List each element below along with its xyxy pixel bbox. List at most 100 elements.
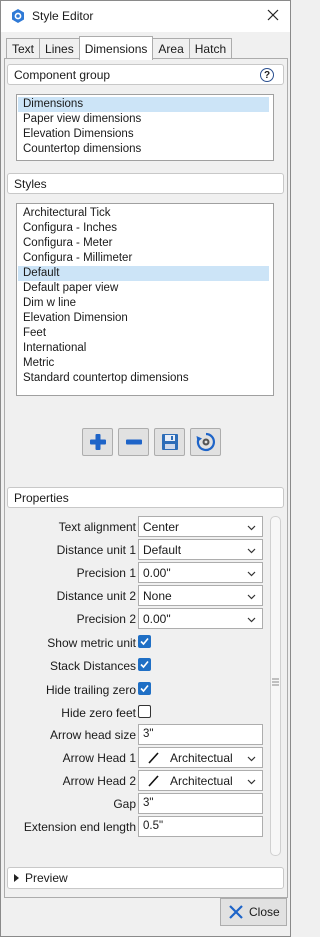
distance-unit-2-label: Distance unit 2 [56, 589, 136, 603]
gap-input[interactable]: 3" [138, 793, 263, 814]
precision-2-select[interactable]: 0.00" [138, 608, 263, 629]
save-icon [161, 434, 178, 450]
chevron-down-icon [247, 594, 256, 600]
arrow-head-2-select[interactable]: Architectual [138, 770, 263, 791]
preview-label: Preview [25, 871, 68, 885]
distance-unit-1-select[interactable]: Default [138, 539, 263, 560]
list-item[interactable]: Configura - Inches [18, 221, 269, 236]
select-value: Default [143, 542, 182, 557]
styles-toolbar [82, 428, 221, 456]
window-title: Style Editor [32, 9, 94, 23]
list-item[interactable]: International [18, 341, 269, 356]
add-icon [89, 434, 106, 450]
arrow-head-1-label: Arrow Head 1 [62, 751, 136, 765]
gap-row: Gap 3" [7, 793, 284, 815]
remove-style-button[interactable] [118, 428, 149, 456]
arrow-head-1-row: Arrow Head 1 Architectual [7, 747, 284, 769]
list-item[interactable]: Countertop dimensions [18, 142, 269, 157]
tab-label: Dimensions [84, 41, 148, 56]
chevron-down-icon [247, 525, 256, 531]
close-icon [229, 905, 243, 919]
close-button-label: Close [249, 905, 280, 919]
list-item[interactable]: Elevation Dimensions [18, 127, 269, 142]
styles-header: Styles [7, 173, 284, 194]
component-group-header: Component group ? [7, 64, 284, 85]
expand-arrow-icon [14, 874, 19, 882]
distance-unit-1-row: Distance unit 1 Default [7, 539, 284, 561]
hide-zero-feet-row: Hide zero feet [7, 702, 284, 724]
tick-arrow-icon [148, 774, 159, 787]
list-item[interactable]: Default [18, 266, 269, 281]
tab-lines[interactable]: Lines [39, 38, 80, 59]
close-icon[interactable] [265, 7, 281, 23]
chevron-down-icon [247, 779, 256, 785]
preview-expander[interactable]: Preview [7, 867, 284, 889]
precision-1-row: Precision 1 0.00" [7, 562, 284, 584]
chevron-down-icon [247, 571, 256, 577]
stack-distances-checkbox[interactable] [138, 658, 151, 671]
text-alignment-row: Text alignment Center [7, 516, 284, 538]
precision-2-label: Precision 2 [76, 612, 136, 626]
hide-trailing-zero-row: Hide trailing zero [7, 679, 284, 701]
reset-icon [196, 432, 215, 452]
styles-title: Styles [14, 176, 47, 191]
tab-label: Lines [45, 42, 74, 56]
list-item[interactable]: Paper view dimensions [18, 112, 269, 127]
add-style-button[interactable] [82, 428, 113, 456]
arrow-head-2-row: Arrow Head 2 Architectual [7, 770, 284, 792]
arrow-head-2-label: Arrow Head 2 [62, 774, 136, 788]
list-item[interactable]: Standard countertop dimensions [18, 371, 269, 386]
list-item[interactable]: Metric [18, 356, 269, 371]
remove-icon [125, 439, 142, 445]
checkmark-icon [140, 660, 149, 669]
list-item[interactable]: Elevation Dimension [18, 311, 269, 326]
arrow-head-1-select[interactable]: Architectual [138, 747, 263, 768]
hide-trailing-zero-checkbox[interactable] [138, 682, 151, 695]
extension-end-length-label: Extension end length [23, 820, 136, 834]
distance-unit-2-select[interactable]: None [138, 585, 263, 606]
tab-strip: Text Lines Dimensions Area Hatch [6, 36, 233, 60]
precision-1-select[interactable]: 0.00" [138, 562, 263, 583]
tab-label: Area [158, 42, 184, 56]
arrow-head-size-row: Arrow head size 3" [7, 724, 284, 746]
list-item[interactable]: Dimensions [18, 97, 269, 112]
gap-label: Gap [113, 797, 136, 811]
list-item[interactable]: Dim w line [18, 296, 269, 311]
extension-end-length-input[interactable]: 0.5" [138, 816, 263, 837]
list-item[interactable]: Architectural Tick [18, 206, 269, 221]
title-bar: Style Editor [1, 1, 290, 32]
close-button[interactable]: Close [220, 898, 287, 926]
list-item[interactable]: Feet [18, 326, 269, 341]
list-item[interactable]: Configura - Millimeter [18, 251, 269, 266]
list-item[interactable]: Configura - Meter [18, 236, 269, 251]
select-value: Center [143, 519, 180, 534]
arrow-head-size-input[interactable]: 3" [138, 724, 263, 745]
save-style-button[interactable] [154, 428, 185, 456]
show-metric-unit-row: Show metric unit [7, 632, 284, 654]
distance-unit-1-label: Distance unit 1 [56, 543, 136, 557]
app-icon [12, 9, 24, 23]
tab-text[interactable]: Text [6, 38, 41, 59]
styles-list[interactable]: Architectural Tick Configura - Inches Co… [16, 203, 274, 396]
help-icon[interactable]: ? [260, 68, 274, 82]
precision-1-label: Precision 1 [76, 566, 136, 580]
list-item[interactable]: Default paper view [18, 281, 269, 296]
tab-dimensions[interactable]: Dimensions [78, 36, 154, 60]
show-metric-unit-label: Show metric unit [47, 636, 136, 650]
stack-distances-label: Stack Distances [49, 659, 136, 673]
hide-zero-feet-checkbox[interactable] [138, 705, 151, 718]
show-metric-unit-checkbox[interactable] [138, 635, 151, 648]
arrow-head-size-label: Arrow head size [49, 728, 136, 742]
chevron-down-icon [247, 756, 256, 762]
tab-area[interactable]: Area [152, 38, 190, 59]
select-value: 0.00" [143, 565, 171, 580]
reset-style-button[interactable] [190, 428, 221, 456]
component-group-list[interactable]: Dimensions Paper view dimensions Elevati… [16, 94, 274, 161]
tab-hatch[interactable]: Hatch [188, 38, 233, 59]
hide-trailing-zero-label: Hide trailing zero [45, 683, 136, 697]
properties-scrollbar[interactable] [270, 516, 281, 856]
precision-2-row: Precision 2 0.00" [7, 608, 284, 630]
select-value: Architectual [170, 750, 233, 765]
properties-title: Properties [14, 490, 69, 505]
text-alignment-select[interactable]: Center [138, 516, 263, 537]
